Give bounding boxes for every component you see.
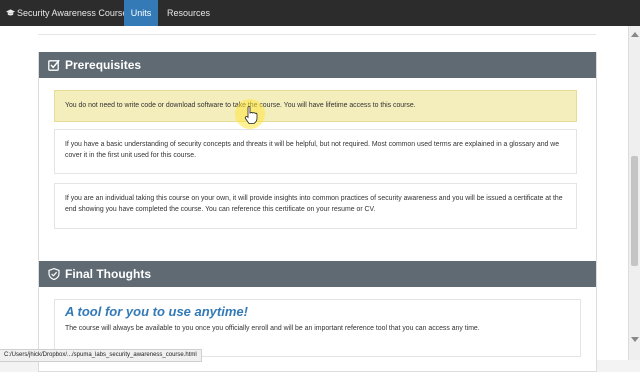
scroll-up-icon[interactable] (631, 32, 639, 37)
top-navbar: Security Awareness Course Units Resource… (0, 0, 640, 26)
hand-pointer-icon (244, 106, 258, 124)
shield-icon (48, 268, 60, 280)
final-thoughts-title: Final Thoughts (65, 267, 151, 281)
scrollbar-thumb[interactable] (631, 156, 638, 266)
prerequisites-paragraph: If you are an individual taking this cou… (54, 183, 577, 229)
checkbox-icon (48, 59, 60, 71)
vertical-scrollbar[interactable] (628, 26, 640, 360)
prerequisites-header: Prerequisites (39, 52, 596, 78)
prerequisites-paragraph: If you have a basic understanding of sec… (54, 129, 577, 174)
nav-tab-resources[interactable]: Resources (167, 0, 210, 26)
section-divider (38, 34, 596, 35)
nav-brand-label: Security Awareness Course (17, 8, 128, 18)
prerequisites-panel: Prerequisites You do not need to write c… (38, 52, 597, 263)
tool-text: The course will always be available to y… (65, 325, 480, 332)
tool-heading: A tool for you to use anytime! (65, 304, 248, 319)
final-thoughts-header: Final Thoughts (39, 261, 596, 287)
status-bar-url: C:/Users/jhick/Dropbox/.../spuma_labs_se… (0, 349, 202, 362)
page-content: Prerequisites You do not need to write c… (0, 26, 628, 372)
prerequisites-note: You do not need to write code or downloa… (54, 90, 577, 122)
prerequisites-title: Prerequisites (65, 58, 142, 72)
nav-tab-units[interactable]: Units (124, 0, 158, 26)
nav-brand-link[interactable]: Security Awareness Course (6, 0, 127, 26)
scroll-down-icon[interactable] (631, 337, 639, 342)
graduation-cap-icon (6, 9, 15, 16)
